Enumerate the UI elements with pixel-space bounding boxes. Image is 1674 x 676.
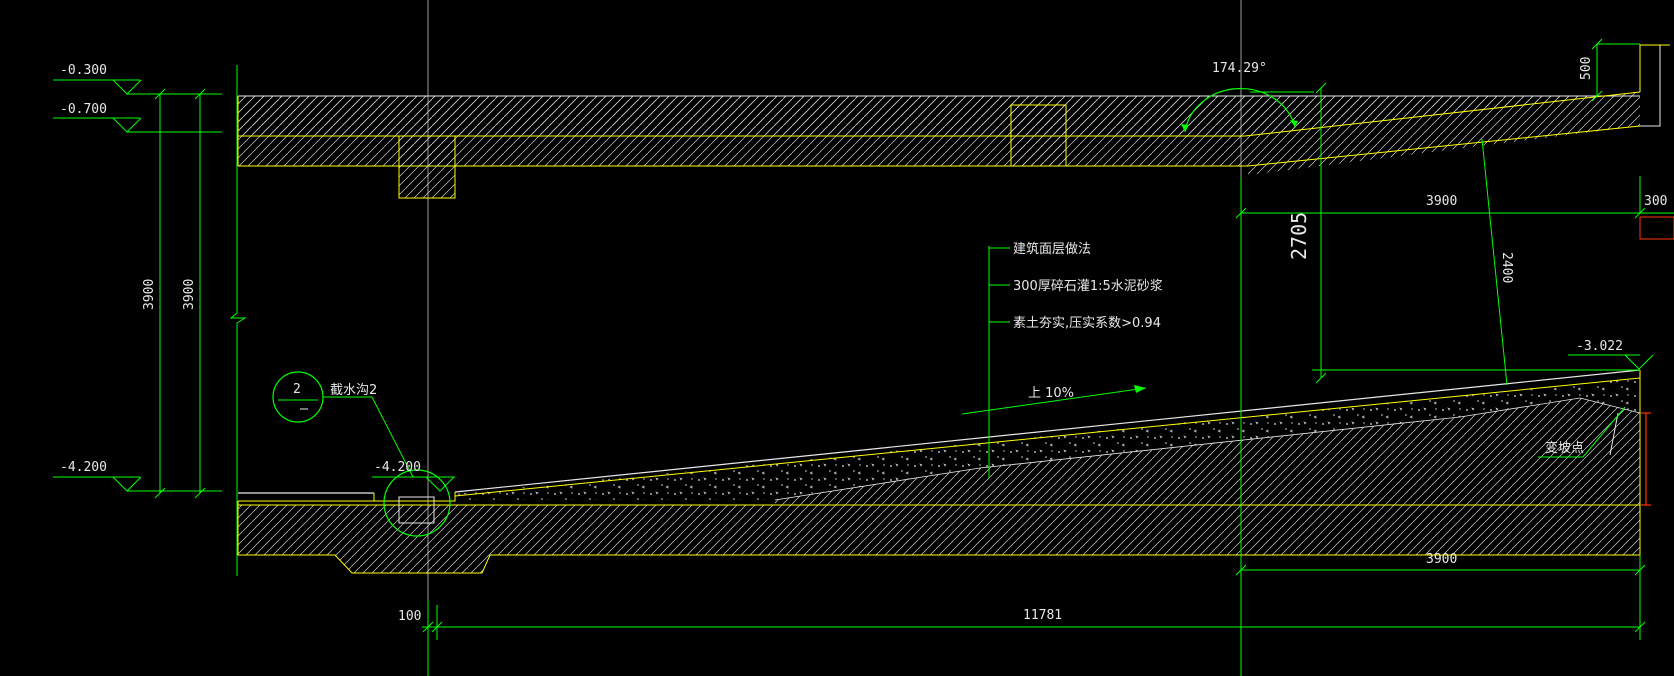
length-small-dim: 100 [398, 609, 421, 624]
level-marks [53, 65, 247, 576]
bottom-slab [237, 369, 1641, 574]
ramp-section-drawing: 174.29° -0.300 -0.700 -4.200 3900 3900 2… [53, 0, 1674, 676]
clear-height-dim: 2705 [1287, 212, 1311, 260]
callout-label: 截水沟2 [330, 383, 377, 398]
angle-label: 174.29° [1212, 61, 1267, 76]
top-end-dim: 300 [1644, 194, 1667, 209]
ramp-top-level: -3.022 [1576, 339, 1623, 354]
beam-mid [1010, 104, 1067, 167]
trench-level: -4.200 [374, 460, 421, 475]
length-total-dim: 11781 [1023, 608, 1062, 623]
level-second: -0.700 [60, 102, 107, 117]
callout-bubble [272, 371, 324, 423]
top-run-dim: 3900 [1426, 194, 1457, 209]
level-top: -0.300 [60, 63, 107, 78]
beam-left [398, 135, 456, 199]
height-inner: 3900 [182, 279, 197, 310]
height-outer: 3900 [142, 279, 157, 310]
callout-number: 2 [293, 382, 301, 397]
layer-3: 素土夯实,压实系数>0.94 [1013, 316, 1161, 331]
top-slab [237, 44, 1670, 199]
break-point-label: 变坡点 [1545, 440, 1584, 456]
bottom-run-dim: 3900 [1426, 552, 1457, 567]
top-end-marker [1639, 216, 1674, 240]
slope-thickness-dim: 2400 [1499, 252, 1514, 283]
layer-1: 建筑面层做法 [1013, 241, 1091, 257]
level-bottom: -4.200 [60, 460, 107, 475]
slope-label: 上 10% [1028, 386, 1074, 401]
parapet-dim: 500 [1579, 57, 1594, 80]
layer-2: 300厚碎石灌1:5水泥砂浆 [1013, 279, 1163, 294]
